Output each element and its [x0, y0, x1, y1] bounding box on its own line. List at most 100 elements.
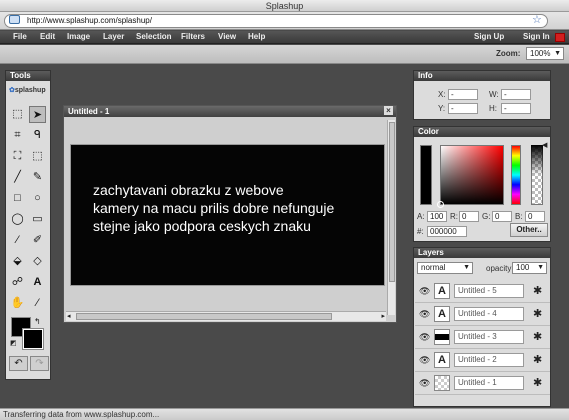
marquee-rect-tool-icon[interactable]: ⬚ [9, 106, 26, 123]
canvas[interactable]: zachytavani obrazku z webove kamery na m… [70, 144, 385, 286]
x-field: - [448, 89, 478, 100]
a-field[interactable]: 100 [427, 211, 447, 222]
scroll-left-icon[interactable]: ◂ [67, 312, 71, 320]
scroll-right-icon[interactable]: ▸ [381, 312, 385, 320]
color-panel: Color ◀ A: 100 R: 0 G: 0 B: 0 #: 000000 … [413, 126, 551, 242]
layer-row[interactable]: 👁 A Untitled - 4 ✱ [415, 303, 550, 326]
undo-icon[interactable]: ↶ [9, 356, 28, 371]
hex-field[interactable]: 000000 [427, 226, 467, 237]
picker-tool-icon[interactable]: ⁄ [29, 295, 46, 312]
layer-name-field[interactable]: Untitled - 3 [454, 330, 524, 344]
layer-row[interactable]: 👁 Untitled - 3 ✱ [415, 326, 550, 349]
current-color-swatch[interactable] [420, 145, 432, 205]
g-field[interactable]: 0 [492, 211, 512, 222]
status-bar: Transferring data from www.splashup.com.… [0, 408, 569, 420]
circle-tool-icon[interactable]: ◯ [9, 211, 26, 228]
menu-edit[interactable]: Edit [40, 31, 55, 44]
eye-icon[interactable]: 👁 [419, 355, 430, 366]
background-color-swatch[interactable] [22, 328, 44, 350]
x-label: X: [438, 90, 446, 99]
menu-selection[interactable]: Selection [136, 31, 172, 44]
eraser-tool-icon[interactable]: ◇ [29, 253, 46, 270]
vertical-scrollbar[interactable] [387, 120, 395, 315]
pencil-tool-icon[interactable]: ✎ [29, 169, 46, 186]
zoom-value: 100% [530, 49, 551, 58]
layer-effects-icon[interactable]: ✱ [533, 284, 542, 297]
eye-icon[interactable]: 👁 [419, 332, 430, 343]
reset-colors-icon[interactable]: ◩ [10, 339, 17, 347]
menu-filters[interactable]: Filters [181, 31, 205, 44]
layer-thumbnail: A [434, 306, 450, 322]
eyedropper-tool-icon[interactable]: ⁄ [9, 232, 26, 249]
layer-name-field[interactable]: Untitled - 1 [454, 376, 524, 390]
layer-name-field[interactable]: Untitled - 4 [454, 307, 524, 321]
fill-tool-icon[interactable]: ⬙ [9, 253, 26, 270]
magic-select-tool-icon[interactable]: ⬚ [29, 148, 46, 165]
menu-help[interactable]: Help [248, 31, 265, 44]
hand-tool-icon[interactable]: ✋ [9, 295, 26, 312]
menu-view[interactable]: View [218, 31, 236, 44]
menu-layer[interactable]: Layer [103, 31, 124, 44]
url-input[interactable]: http://www.splashup.com/splashup/ [4, 14, 548, 28]
alpha-marker-icon[interactable]: ◀ [542, 141, 547, 149]
eye-icon[interactable]: 👁 [419, 309, 430, 320]
layer-thumbnail [434, 375, 450, 391]
saturation-brightness-picker[interactable] [440, 145, 504, 205]
eye-icon[interactable]: 👁 [419, 286, 430, 297]
sign-in-link[interactable]: Sign In [523, 31, 550, 44]
swap-colors-icon[interactable]: ↰ [34, 317, 41, 326]
layer-row[interactable]: 👁 A Untitled - 5 ✱ [415, 280, 550, 303]
gradient-tool-icon[interactable]: ▭ [29, 211, 46, 228]
layer-effects-icon[interactable]: ✱ [533, 330, 542, 343]
layer-thumbnail: A [434, 352, 450, 368]
ellipse-tool-icon[interactable]: ○ [29, 190, 46, 207]
zoom-select[interactable]: 100% ▼ [526, 47, 564, 60]
layer-thumbnail [434, 329, 450, 345]
layer-name-field[interactable]: Untitled - 5 [454, 284, 524, 298]
layer-effects-icon[interactable]: ✱ [533, 307, 542, 320]
lasso-tool-icon[interactable]: ᑫ [29, 127, 46, 144]
bookmark-star-icon[interactable]: ☆ [532, 14, 542, 26]
vertical-scroll-thumb[interactable] [389, 122, 395, 282]
opacity-select[interactable]: 100 ▼ [512, 262, 547, 274]
close-icon[interactable]: × [384, 106, 393, 115]
layer-name-field[interactable]: Untitled - 2 [454, 353, 524, 367]
crop-tool-icon[interactable]: ⌗ [9, 127, 26, 144]
menu-image[interactable]: Image [67, 31, 90, 44]
menu-file[interactable]: File [13, 31, 27, 44]
layer-row[interactable]: 👁 A Untitled - 2 ✱ [415, 349, 550, 372]
w-label: W: [489, 90, 499, 99]
redo-icon[interactable]: ↷ [30, 356, 49, 371]
close-app-button[interactable] [555, 33, 565, 42]
picker-cursor-icon[interactable] [437, 201, 444, 208]
text-tool-icon[interactable]: A [29, 274, 46, 291]
document-window: Untitled - 1 × zachytavani obrazku z web… [63, 105, 397, 323]
chevron-down-icon: ▼ [537, 264, 544, 271]
layer-row[interactable]: 👁 Untitled - 1 ✱ [415, 372, 550, 395]
hue-slider[interactable] [511, 145, 521, 205]
other-color-button[interactable]: Other.. [510, 223, 548, 237]
layer-effects-icon[interactable]: ✱ [533, 353, 542, 366]
alpha-gradient [531, 145, 543, 175]
brush-tool-icon[interactable]: ✐ [29, 232, 46, 249]
line-tool-icon[interactable]: ╱ [9, 169, 26, 186]
blend-mode-select[interactable]: normal ▼ [417, 262, 473, 274]
horizontal-scroll-thumb[interactable] [76, 313, 332, 320]
rect-shape-tool-icon[interactable]: □ [9, 190, 26, 207]
smudge-tool-icon[interactable]: ☍ [9, 274, 26, 291]
zoom-label: Zoom: [496, 49, 521, 58]
options-bar [0, 45, 569, 64]
eye-icon[interactable]: 👁 [419, 378, 430, 389]
pointer-tool-icon[interactable]: ➤ [29, 106, 46, 123]
sign-up-link[interactable]: Sign Up [474, 31, 504, 44]
opacity-value: 100 [516, 263, 530, 272]
g-label: G: [482, 212, 491, 221]
hex-label: #: [417, 227, 424, 236]
horizontal-scrollbar[interactable]: ◂ ▸ [66, 311, 386, 321]
transform-tool-icon[interactable]: ⛶ [9, 148, 26, 165]
y-field: - [448, 103, 478, 114]
b-field[interactable]: 0 [525, 211, 545, 222]
r-field[interactable]: 0 [459, 211, 479, 222]
layer-effects-icon[interactable]: ✱ [533, 376, 542, 389]
info-title: Info [414, 71, 550, 81]
